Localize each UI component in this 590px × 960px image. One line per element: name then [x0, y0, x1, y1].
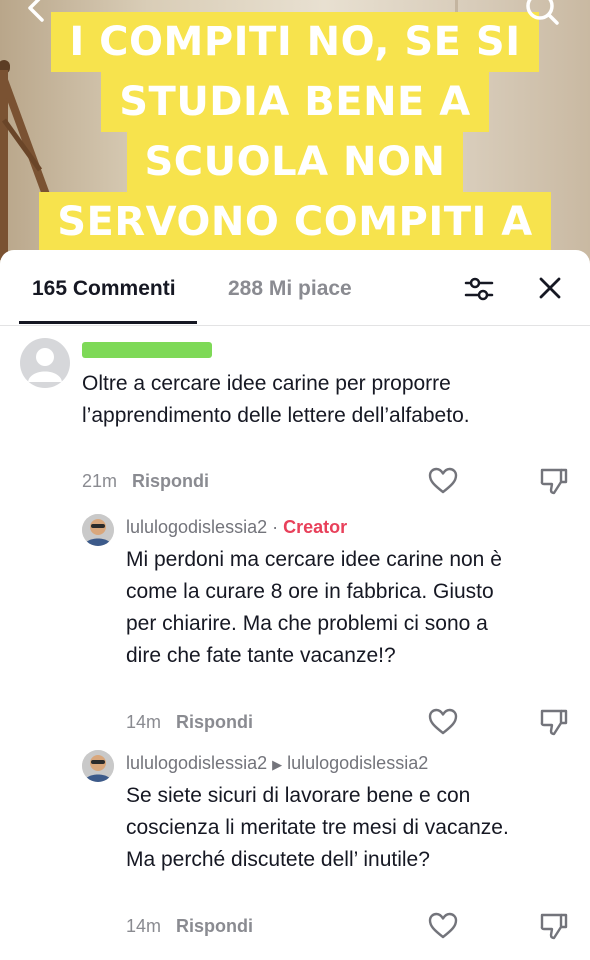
video-caption-overlay: I COMPITI NO, SE SI STUDIA BENE A SCUOLA…	[0, 12, 590, 252]
heart-icon[interactable]	[428, 911, 458, 941]
reply-item: lululogodislessia2 ▶ lululogodislessia2 …	[0, 746, 590, 956]
caption-line: SCUOLA NON	[126, 132, 464, 192]
reply-item: lululogodislessia2 · Creator Mi perdoni …	[0, 510, 590, 740]
comment-item: Oltre a cercare idee carine per proporre…	[0, 330, 590, 500]
tab-likes[interactable]: 288 Mi piace	[228, 276, 352, 302]
thumbs-down-icon[interactable]	[539, 911, 569, 941]
tab-comments[interactable]: 165 Commenti	[32, 276, 176, 302]
heart-icon[interactable]	[428, 707, 458, 737]
comment-text: Se siete sicuri di lavorare bene e con c…	[126, 784, 509, 871]
heart-icon[interactable]	[428, 466, 458, 496]
creator-badge: Creator	[283, 517, 348, 537]
user-avatar-icon	[82, 750, 114, 782]
comment-meta: 14m Rispondi	[126, 916, 253, 937]
default-avatar-icon	[28, 348, 62, 382]
search-icon[interactable]	[522, 0, 562, 28]
reply-button[interactable]: Rispondi	[176, 916, 253, 936]
comment-meta: 21m Rispondi	[82, 471, 209, 492]
sliders-icon[interactable]	[464, 274, 494, 304]
user-avatar-icon	[82, 514, 114, 546]
reply-to-username[interactable]: lululogodislessia2	[287, 753, 428, 773]
reply-button[interactable]: Rispondi	[176, 712, 253, 732]
comment-text: Mi perdoni ma cercare idee carine non è …	[126, 548, 502, 667]
caption-line: SERVONO COMPITI A	[39, 192, 551, 252]
reply-header: lululogodislessia2 ▶ lululogodislessia2	[126, 753, 428, 774]
avatar[interactable]	[82, 514, 114, 546]
video-background[interactable]: I COMPITI NO, SE SI STUDIA BENE A SCUOLA…	[0, 0, 590, 270]
avatar[interactable]	[82, 750, 114, 782]
close-icon[interactable]	[536, 274, 564, 302]
separator-dot: ·	[272, 517, 279, 537]
username[interactable]: lululogodislessia2	[126, 517, 267, 537]
reply-arrow-icon: ▶	[272, 757, 283, 772]
thumbs-down-icon[interactable]	[539, 466, 569, 496]
active-tab-indicator	[19, 321, 197, 324]
reply-button[interactable]: Rispondi	[132, 471, 209, 491]
caption-line: I COMPITI NO, SE SI	[51, 12, 539, 72]
caption-line: STUDIA BENE A	[101, 72, 489, 132]
comment-meta: 14m Rispondi	[126, 712, 253, 733]
avatar[interactable]	[20, 338, 70, 388]
redacted-username	[82, 342, 212, 358]
comment-time: 14m	[126, 712, 162, 732]
comment-time: 21m	[82, 471, 118, 491]
comment-text: Oltre a cercare idee carine per proporre…	[82, 372, 470, 427]
comment-time: 14m	[126, 916, 162, 936]
username[interactable]: lululogodislessia2	[126, 753, 267, 773]
chevron-left-icon[interactable]	[22, 0, 52, 24]
thumbs-down-icon[interactable]	[539, 707, 569, 737]
reply-header: lululogodislessia2 · Creator	[126, 517, 347, 538]
comments-tabs: 165 Commenti 288 Mi piace	[0, 250, 590, 326]
